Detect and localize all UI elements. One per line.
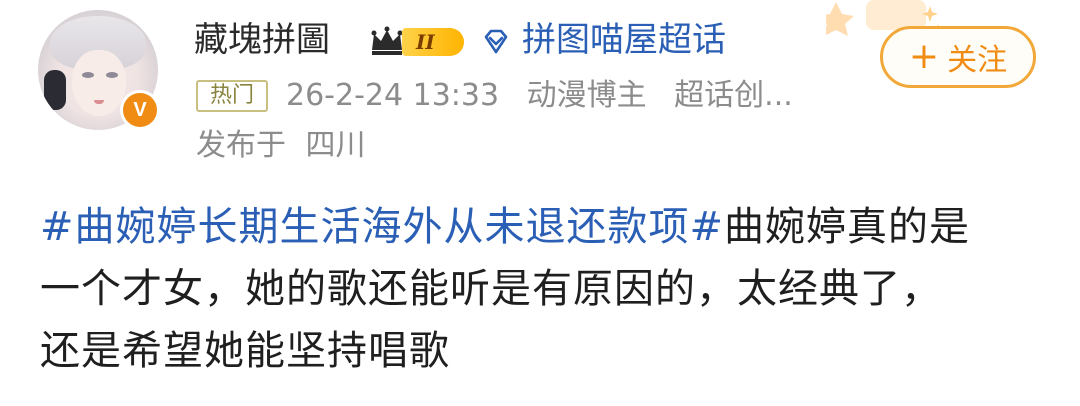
super-topic-diamond-icon <box>484 29 508 54</box>
follow-label: 关注 <box>947 43 1008 78</box>
avatar-eye-left <box>82 72 94 78</box>
verified-badge-icon: V <box>120 90 160 130</box>
hot-tag: 热门 <box>196 80 268 112</box>
post-meta: 26-2-24 13:33 动漫博主 超话创... <box>286 74 793 118</box>
post-line-3: 还是希望她能坚持唱歌 <box>40 328 450 374</box>
post-timestamp: 26-2-24 13:33 <box>286 78 500 113</box>
location-place: 四川 <box>305 128 366 163</box>
author-role: 动漫博主 <box>526 78 647 113</box>
author-name[interactable]: 藏塊拼圖 <box>194 16 330 64</box>
level-badge: II <box>402 28 464 56</box>
author-role-extra[interactable]: 超话创... <box>674 78 793 113</box>
post-line-2: 一个才女，她的歌还能听是有原因的，太经典了， <box>40 266 942 312</box>
post-body: #曲婉婷长期生活海外从未退还款项#曲婉婷真的是 一个才女，她的歌还能听是有原因的… <box>40 196 1050 382</box>
super-topic-link[interactable]: 拼图喵屋超话 <box>522 16 726 64</box>
post-location: 发布于 四川 <box>196 124 366 168</box>
crown-icon <box>371 26 403 55</box>
post-line-1-text: 曲婉婷真的是 <box>724 204 971 250</box>
post-line-1: #曲婉婷长期生活海外从未退还款项#曲婉婷真的是 <box>40 196 1050 258</box>
hashtag-link[interactable]: #曲婉婷长期生活海外从未退还款项# <box>40 204 724 250</box>
avatar-face <box>72 50 126 116</box>
location-label: 发布于 <box>196 128 286 163</box>
follow-button[interactable]: + 关注 <box>880 26 1036 88</box>
avatar-eye-right <box>106 72 118 78</box>
headphone-icon <box>44 70 66 110</box>
plus-icon: + <box>908 36 940 77</box>
